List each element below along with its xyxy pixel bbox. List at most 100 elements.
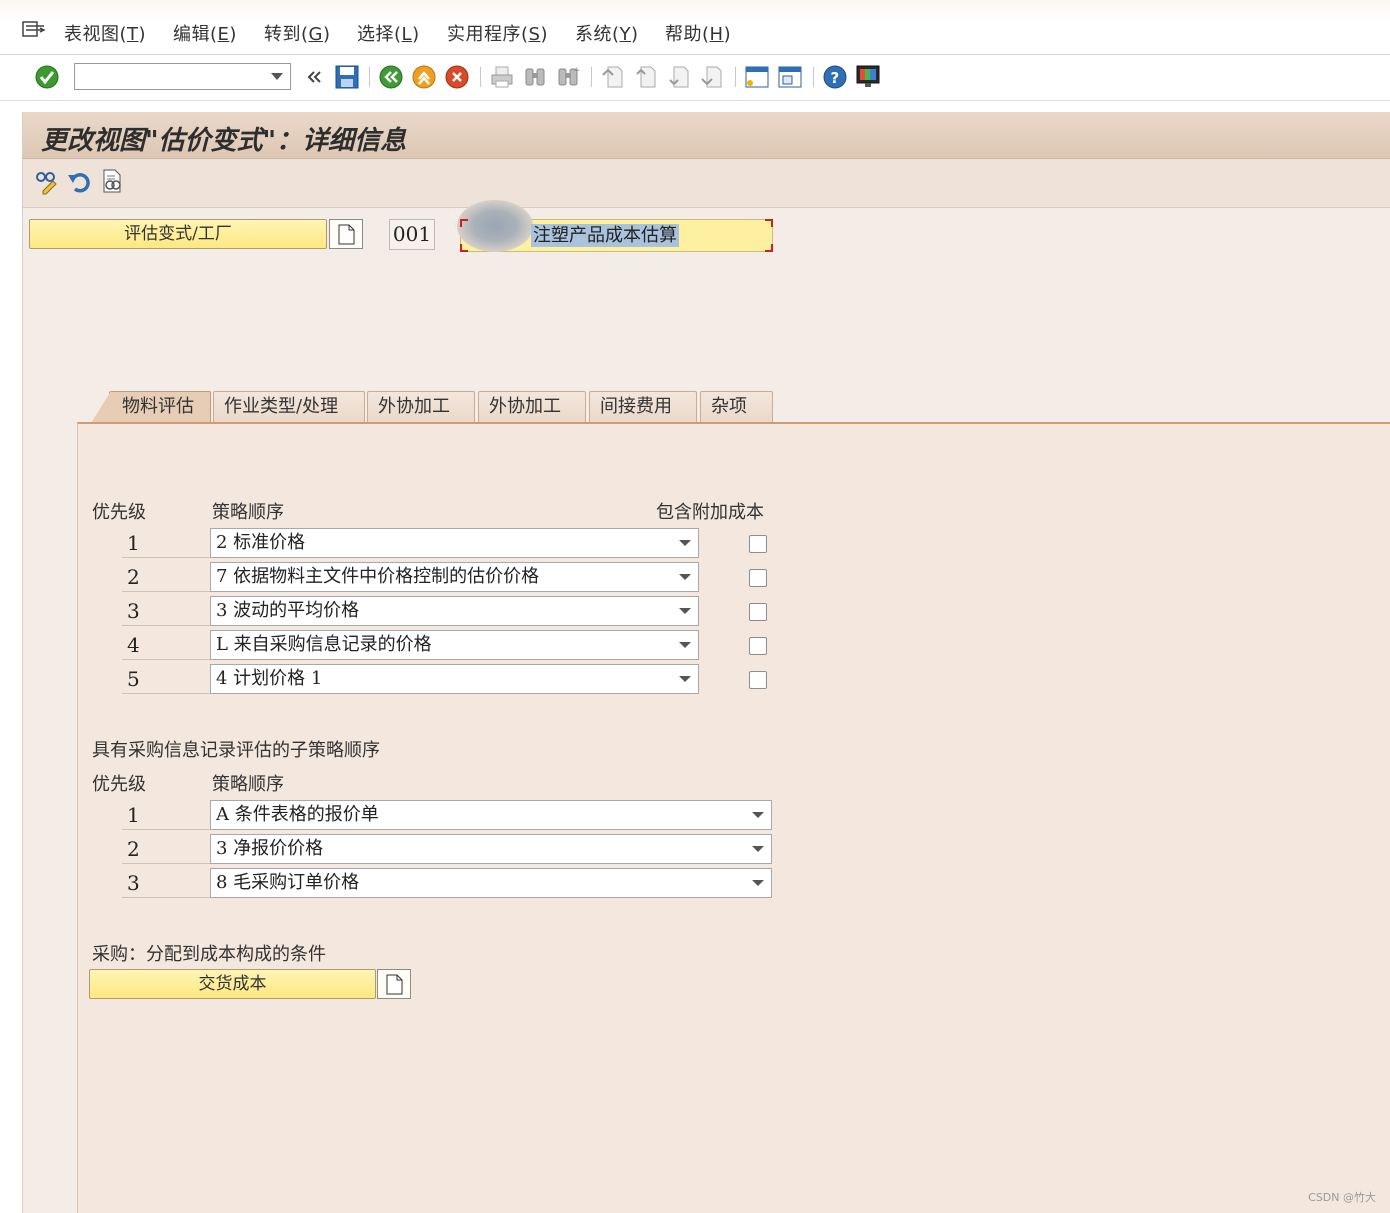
strategy-dropdown[interactable]: 7 依据物料主文件中价格控制的估价价格 xyxy=(210,562,699,592)
chevron-down-icon xyxy=(679,608,691,614)
overhead-checkbox[interactable] xyxy=(749,535,767,553)
chevron-down-icon xyxy=(679,574,691,580)
tab-overhead[interactable]: 间接费用 xyxy=(589,391,697,422)
previous-page-icon[interactable] xyxy=(633,63,659,91)
exit-icon[interactable] xyxy=(411,63,437,91)
menu-bar: 表视图(T) 编辑(E) 转到(G) 选择(L) 实用程序(S) 系统(Y) 帮… xyxy=(0,0,1390,55)
command-field[interactable] xyxy=(74,63,291,90)
chevron-down-icon xyxy=(752,812,764,818)
valuation-variant-description: 注塑产品成本估算 xyxy=(531,224,679,247)
enter-icon[interactable] xyxy=(34,63,60,91)
sub-strategy-priority: 2 xyxy=(127,837,140,861)
help-icon[interactable]: ? xyxy=(822,63,848,91)
page-title: 更改视图"估价变式"：详细信息 xyxy=(41,126,407,156)
strategy-priority: 3 xyxy=(127,599,140,623)
strategy-dropdown[interactable]: 3 波动的平均价格 xyxy=(210,596,699,626)
strategy-dropdown[interactable]: 2 标准价格 xyxy=(210,528,699,558)
sub-strategy-dropdown[interactable]: 8 毛采购订单价格 xyxy=(210,868,772,898)
sub-strategy-value: 8 毛采购订单价格 xyxy=(216,872,360,893)
sub-col-priority-label: 优先级 xyxy=(92,774,146,795)
valuation-variant-doc-button[interactable] xyxy=(329,219,363,249)
tab-panel-material-valuation: 优先级 策略顺序 包含附加成本 1 2 标准价格 2 7 依据物料主文件中价格控… xyxy=(77,422,1390,1213)
valuation-variant-code[interactable]: 001 xyxy=(389,219,435,250)
delivery-costs-button[interactable]: 交货成本 xyxy=(89,969,376,999)
find-icon[interactable] xyxy=(522,63,548,91)
valuation-variant-description-field[interactable]: 注塑产品成本估算 xyxy=(457,200,773,252)
strategy-priority: 2 xyxy=(127,565,140,589)
details-icon[interactable] xyxy=(98,167,126,195)
col-overhead-label: 包含附加成本 xyxy=(656,502,764,523)
menu-system[interactable]: 系统(Y) xyxy=(575,20,639,46)
svg-text:?: ? xyxy=(831,69,840,87)
title-bar: 更改视图"估价变式"：详细信息 xyxy=(23,112,1390,159)
display-change-icon[interactable] xyxy=(33,167,61,195)
strategy-dropdown[interactable]: 4 计划价格 1 xyxy=(210,664,699,694)
sub-strategy-value: 3 净报价价格 xyxy=(216,838,324,859)
undo-icon[interactable] xyxy=(65,167,93,195)
sub-strategy-dropdown[interactable]: 3 净报价价格 xyxy=(210,834,772,864)
menu-goto[interactable]: 转到(G) xyxy=(264,20,331,46)
tab-subcontracting-2[interactable]: 外协加工 xyxy=(478,391,586,422)
find-next-icon[interactable]: + xyxy=(555,63,581,91)
last-page-icon[interactable] xyxy=(699,63,725,91)
valuation-variant-plant-button[interactable]: 评估变式/工厂 xyxy=(29,219,327,249)
strategy-value: 4 计划价格 1 xyxy=(216,668,323,689)
tab-material-valuation[interactable]: 物料评估 xyxy=(109,391,211,422)
next-page-icon[interactable] xyxy=(666,63,692,91)
overhead-checkbox[interactable] xyxy=(749,569,767,587)
tab-misc[interactable]: 杂项 xyxy=(700,391,773,422)
chevron-down-icon xyxy=(752,846,764,852)
print-icon[interactable] xyxy=(489,63,515,91)
tab-slant-decoration xyxy=(91,391,111,423)
svg-text:+: + xyxy=(573,66,581,76)
shortcut-icon[interactable] xyxy=(777,63,803,91)
application-toolbar xyxy=(23,159,1390,208)
sub-strategy-priority: 1 xyxy=(127,803,140,827)
overhead-checkbox[interactable] xyxy=(749,637,767,655)
sub-col-sequence-label: 策略顺序 xyxy=(212,774,284,795)
purchasing-title: 采购：分配到成本构成的条件 xyxy=(92,944,326,965)
chevron-down-icon[interactable] xyxy=(271,73,283,80)
cancel-icon[interactable] xyxy=(444,63,470,91)
sub-strategy-priority: 3 xyxy=(127,871,140,895)
menu-toggle-icon[interactable] xyxy=(22,20,46,40)
strategy-value: L 来自采购信息记录的价格 xyxy=(216,634,432,655)
back-icon[interactable] xyxy=(378,63,404,91)
strategy-priority: 1 xyxy=(127,531,140,555)
sub-strategy-dropdown[interactable]: A 条件表格的报价单 xyxy=(210,800,772,830)
menu-help[interactable]: 帮助(H) xyxy=(665,20,731,46)
tab-subcontracting-1[interactable]: 外协加工 xyxy=(367,391,475,422)
overhead-checkbox[interactable] xyxy=(749,603,767,621)
strategy-dropdown[interactable]: L 来自采购信息记录的价格 xyxy=(210,630,699,660)
redacted-blur xyxy=(457,200,533,252)
standard-toolbar: + ? xyxy=(0,55,1390,101)
tab-activity-type[interactable]: 作业类型/处理 xyxy=(213,391,365,422)
strategy-value: 2 标准价格 xyxy=(216,532,306,553)
strategy-value: 7 依据物料主文件中价格控制的估价价格 xyxy=(216,566,540,587)
chevron-down-icon xyxy=(679,540,691,546)
save-icon[interactable] xyxy=(334,63,360,91)
overhead-checkbox[interactable] xyxy=(749,671,767,689)
back-arrows-icon[interactable] xyxy=(302,63,328,91)
sub-strategy-value: A 条件表格的报价单 xyxy=(216,804,379,825)
strategy-priority: 4 xyxy=(127,633,140,657)
first-page-icon[interactable] xyxy=(600,63,626,91)
screen-area: 更改视图"估价变式"：详细信息 评估变式/工厂 001 注塑产品成本估算 物料评… xyxy=(22,112,1390,1213)
menu-edit[interactable]: 编辑(E) xyxy=(173,20,237,46)
menu-utilities[interactable]: 实用程序(S) xyxy=(447,20,548,46)
create-session-icon[interactable] xyxy=(744,63,770,91)
chevron-down-icon xyxy=(679,676,691,682)
document-icon xyxy=(338,224,355,245)
delivery-costs-doc-button[interactable] xyxy=(377,969,411,999)
document-icon xyxy=(386,974,403,995)
strategy-value: 3 波动的平均价格 xyxy=(216,600,360,621)
watermark: CSDN @竹大 xyxy=(1308,1191,1376,1204)
menu-selection[interactable]: 选择(L) xyxy=(357,20,420,46)
col-priority-label: 优先级 xyxy=(92,502,146,523)
col-sequence-label: 策略顺序 xyxy=(212,502,284,523)
sub-strategy-title: 具有采购信息记录评估的子策略顺序 xyxy=(92,740,380,761)
menu-table-view[interactable]: 表视图(T) xyxy=(64,20,146,46)
chevron-down-icon xyxy=(752,880,764,886)
customize-layout-icon[interactable] xyxy=(855,63,881,91)
chevron-down-icon xyxy=(679,642,691,648)
